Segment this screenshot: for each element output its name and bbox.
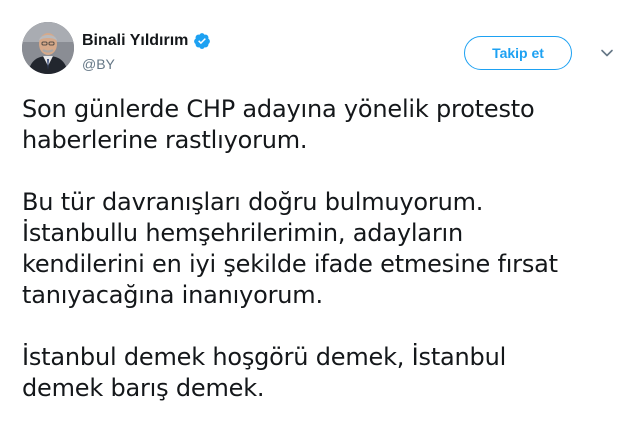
display-name-row: Binali Yıldırım [82,30,211,52]
tweet-line: İstanbullu hemşehrilerimin, adayların [22,219,463,247]
tweet-card: Binali Yıldırım @BY Takip et Son günlerd… [0,0,640,429]
tweet-paragraph: İstanbul demek hoşgörü demek, İstanbul d… [22,342,622,404]
verified-badge-icon [193,32,211,50]
handle: @BY [82,56,115,72]
follow-button[interactable]: Takip et [464,36,572,70]
tweet-line: haberlerine rastlıyorum. [22,126,308,154]
tweet-line: demek barış demek. [22,374,265,402]
tweet-line: İstanbul demek hoşgörü demek, İstanbul [22,343,507,371]
tweet-text: Son günlerde CHP adayına yönelik protest… [22,94,622,429]
chevron-down-icon[interactable] [598,44,616,62]
tweet-paragraph: Bu tür davranışları doğru bulmuyorum. İs… [22,187,622,311]
tweet-header: Binali Yıldırım @BY Takip et [22,22,620,80]
tweet-paragraph: Son günlerde CHP adayına yönelik protest… [22,94,622,156]
avatar[interactable] [22,22,74,74]
tweet-line: tanıyacağına inanıyorum. [22,281,323,309]
tweet-line: Son günlerde CHP adayına yönelik protest… [22,95,535,123]
display-name[interactable]: Binali Yıldırım [82,32,188,50]
author-names: Binali Yıldırım @BY [82,30,211,72]
tweet-line: Bu tür davranışları doğru bulmuyorum. [22,188,484,216]
profile-photo-icon [22,22,74,74]
tweet-line: kendilerini en iyi şekilde ifade etmesin… [22,250,558,278]
